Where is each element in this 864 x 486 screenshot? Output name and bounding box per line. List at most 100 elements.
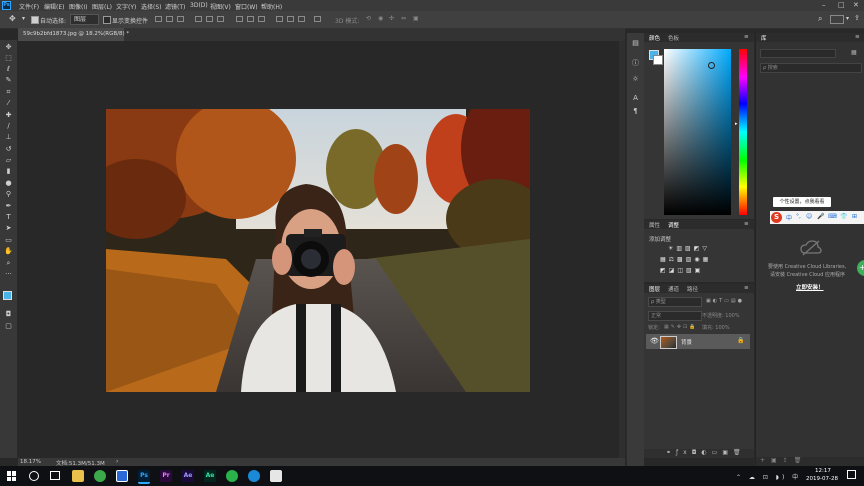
blend-mode-select[interactable]: 正常: [648, 311, 702, 321]
brush-tool-icon[interactable]: ∕: [4, 122, 13, 130]
stamp-tool-icon[interactable]: ⊥: [4, 133, 13, 141]
rotate-3d-icon[interactable]: ⟲: [366, 15, 371, 22]
search-icon[interactable]: ⌕: [818, 14, 822, 24]
lasso-tool-icon[interactable]: ℓ: [4, 65, 13, 73]
status-menu-icon[interactable]: ›: [116, 458, 118, 465]
menu-type[interactable]: 文字(Y): [116, 2, 136, 11]
after-effects-taskbar-icon[interactable]: Ae: [182, 470, 194, 482]
panel-menu-icon[interactable]: ≡: [744, 34, 749, 40]
align-left-icon[interactable]: [195, 16, 202, 22]
premiere-taskbar-icon[interactable]: Pr: [160, 470, 172, 482]
library-search-input[interactable]: ρ 搜索: [760, 63, 862, 73]
screen-mode-icon[interactable]: ▢: [4, 322, 13, 330]
hand-tool-icon[interactable]: ✋: [4, 247, 13, 255]
menu-select[interactable]: 选择(S): [141, 2, 162, 11]
menu-layer[interactable]: 图层(L): [92, 2, 112, 11]
tab-channels[interactable]: 通道: [668, 285, 679, 293]
background-color-swatch[interactable]: [653, 55, 663, 65]
install-now-link[interactable]: 立即安装！: [796, 283, 824, 291]
ime-skin-icon[interactable]: 👕: [840, 213, 847, 220]
quick-mask-icon[interactable]: ◘: [4, 310, 13, 318]
hue-slider[interactable]: [739, 49, 747, 215]
maximize-icon[interactable]: □: [838, 1, 845, 9]
layer-filter-input[interactable]: ρ 类型: [648, 297, 702, 307]
panel-menu-icon[interactable]: ≡: [744, 285, 749, 291]
media-player-icon[interactable]: [248, 470, 260, 482]
distribute-hcenter-icon[interactable]: [287, 16, 294, 22]
zoom-tool-icon[interactable]: ⌕: [4, 259, 13, 267]
distribute-vcenter-icon[interactable]: [247, 16, 254, 22]
menu-help[interactable]: 帮助(H): [261, 2, 282, 11]
library-dropdown[interactable]: [760, 49, 836, 58]
type-tool-icon[interactable]: T: [4, 213, 13, 221]
cortana-search-icon[interactable]: [29, 471, 39, 481]
floating-plus-button[interactable]: +: [857, 260, 864, 276]
file-explorer-icon[interactable]: [72, 470, 84, 482]
tab-color[interactable]: 颜色: [649, 34, 660, 42]
visibility-eye-icon[interactable]: 👁: [650, 337, 659, 345]
chevron-down-icon[interactable]: ▾: [22, 15, 25, 22]
notification-icon[interactable]: [847, 470, 856, 479]
foreground-color-swatch[interactable]: [3, 291, 12, 300]
menu-edit[interactable]: 编辑(E): [44, 2, 64, 11]
fill-field[interactable]: 填充: 100%: [702, 324, 730, 331]
shield-app-icon[interactable]: [116, 470, 128, 482]
adjustment-icons-row3[interactable]: ◩◪◫▧▣: [660, 267, 703, 274]
hue-slider-handle[interactable]: ▸: [735, 121, 738, 127]
align-top-icon[interactable]: [155, 16, 162, 22]
windows-start-icon[interactable]: [7, 471, 17, 481]
slide-3d-icon[interactable]: ⇔: [401, 15, 406, 22]
workspace-icon[interactable]: [830, 15, 844, 24]
eyedropper-tool-icon[interactable]: ⁄: [4, 99, 13, 107]
tab-layers[interactable]: 图层: [649, 285, 660, 293]
share-icon[interactable]: ⇪: [854, 14, 860, 22]
more-tools-icon[interactable]: ···: [4, 270, 13, 278]
ime-punct-toggle[interactable]: °,: [796, 213, 801, 220]
crop-tool-icon[interactable]: ⌗: [4, 88, 13, 96]
auto-select-checkbox[interactable]: [31, 16, 39, 24]
photoshop-taskbar-icon[interactable]: Ps: [138, 470, 150, 484]
paint-app-icon[interactable]: [270, 470, 282, 482]
adjustment-icons-row1[interactable]: ☀▥▨◩▽: [668, 245, 710, 252]
menu-image[interactable]: 图像(I): [69, 2, 87, 11]
document-tab[interactable]: 59c9b2bfd1873.jpg @ 18.2%(RGB/8) *: [18, 28, 129, 41]
vertical-scrollbar[interactable]: [619, 41, 625, 458]
align-hcenter-icon[interactable]: [206, 16, 213, 22]
quick-select-tool-icon[interactable]: ✎: [4, 76, 13, 84]
taskbar-time[interactable]: 12:17: [815, 468, 831, 474]
info-icon[interactable]: ⓘ: [631, 59, 640, 68]
sogou-ime-icon[interactable]: S: [771, 212, 782, 223]
tab-adjustments[interactable]: 调整: [668, 221, 679, 229]
marquee-tool-icon[interactable]: ⬚: [4, 54, 13, 62]
minimize-icon[interactable]: –: [822, 1, 826, 9]
panel-menu-icon[interactable]: ≡: [744, 221, 749, 227]
menu-view[interactable]: 视图(V): [210, 2, 231, 11]
distribute-top-icon[interactable]: [236, 16, 243, 22]
wechat-icon[interactable]: [226, 470, 238, 482]
opacity-field[interactable]: 不透明度: 100%: [702, 312, 740, 319]
history-brush-tool-icon[interactable]: ↺: [4, 145, 13, 153]
menu-file[interactable]: 文件(F): [19, 2, 39, 11]
layer-name[interactable]: 背景: [681, 338, 692, 346]
menu-window[interactable]: 窗口(W): [235, 2, 258, 11]
animate-taskbar-icon[interactable]: Ae: [204, 470, 216, 482]
show-transform-checkbox[interactable]: [103, 16, 111, 24]
lock-icons[interactable]: ▦✎✥⊡🔒: [664, 324, 698, 330]
menu-3d[interactable]: 3D(D): [190, 2, 208, 9]
adjustment-icons-row2[interactable]: ▦⚖▩▨◉▦: [660, 256, 711, 263]
taskbar-date[interactable]: 2019-07-28: [806, 476, 838, 482]
blur-tool-icon[interactable]: ●: [4, 179, 13, 187]
layer-filter-icons[interactable]: ▣◐T▭▤●: [706, 298, 744, 304]
ime-voice-icon[interactable]: 🎤: [817, 213, 824, 220]
gradient-tool-icon[interactable]: ▮: [4, 167, 13, 175]
tab-swatches[interactable]: 色板: [668, 34, 679, 42]
auto-align-icon[interactable]: [314, 16, 321, 22]
brush-settings-icon[interactable]: ☼: [631, 75, 640, 84]
browser-360-icon[interactable]: [94, 470, 106, 482]
drag-3d-icon[interactable]: ✣: [389, 15, 394, 22]
library-footer-icons[interactable]: +▣⇪🗑: [760, 457, 807, 464]
history-icon[interactable]: ▤: [631, 39, 640, 48]
tab-libraries[interactable]: 库: [761, 34, 767, 42]
rectangle-tool-icon[interactable]: ▭: [4, 236, 13, 244]
healing-tool-icon[interactable]: ✚: [4, 111, 13, 119]
